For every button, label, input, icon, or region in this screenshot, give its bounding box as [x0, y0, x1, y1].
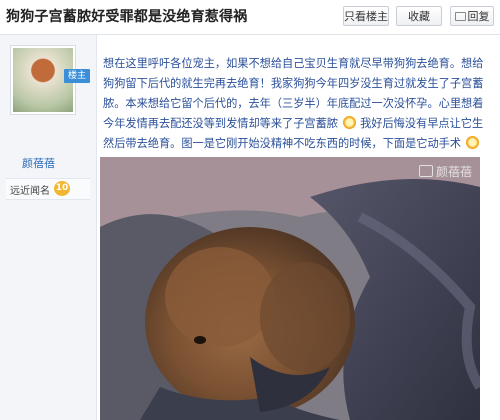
smiley-emoticon-icon	[342, 116, 356, 129]
thread-title: 狗狗子宫蓄脓好受罪都是没绝育惹得祸	[6, 9, 248, 25]
camera-watermark-icon	[418, 165, 433, 177]
dog-photo-illustration	[100, 157, 480, 420]
author-sidebar: 楼主 颜蓓蓓 远近闻名 10	[0, 35, 97, 420]
reply-button-label: 回复	[467, 10, 490, 23]
watermark: 颜蓓蓓	[418, 163, 472, 180]
level-badge: 10	[54, 181, 70, 196]
author-username[interactable]: 颜蓓蓓	[22, 155, 55, 171]
level-label: 远近闻名	[10, 186, 50, 197]
favorite-button[interactable]: 收藏	[396, 6, 442, 26]
thread-header: 狗狗子宫蓄脓好受罪都是没绝育惹得祸 只看楼主 收藏 回复	[0, 0, 500, 35]
watermark-text: 颜蓓蓓	[435, 165, 472, 179]
post-text: 想在这里呼吁各位宠主，如果不想给自己宝贝生育就尽早带狗狗去绝育。想给狗狗留下后代…	[103, 54, 493, 154]
op-badge: 楼主	[64, 69, 90, 83]
smiley-emoticon-icon	[465, 136, 479, 149]
author-level: 远近闻名 10	[6, 178, 90, 200]
only-author-button[interactable]: 只看楼主	[343, 6, 389, 26]
reply-button[interactable]: 回复	[450, 6, 494, 26]
post-body: 想在这里呼吁各位宠主，如果不想给自己宝贝生育就尽早带狗狗去绝育。想给狗狗留下后代…	[103, 54, 493, 154]
post-photo[interactable]: 颜蓓蓓	[100, 157, 480, 420]
reply-icon	[454, 12, 466, 21]
